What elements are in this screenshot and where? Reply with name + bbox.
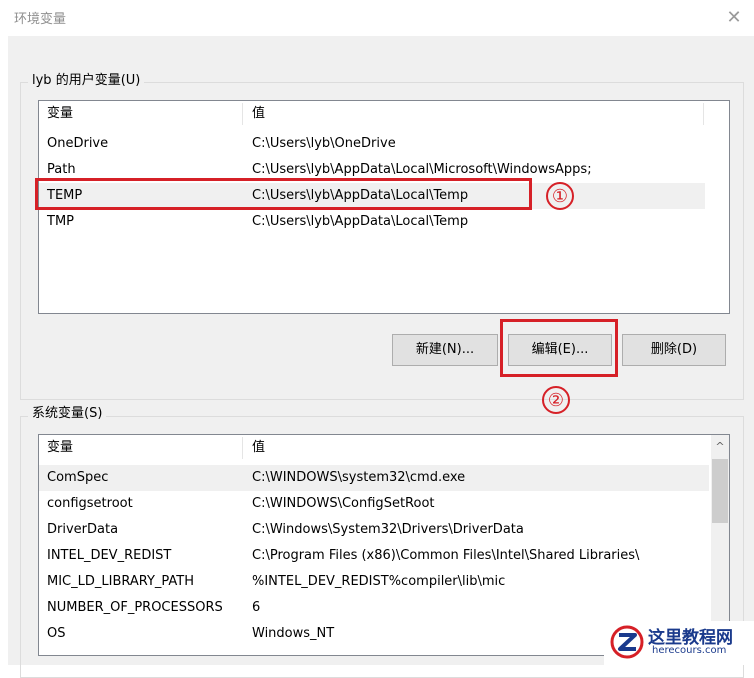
var-value: C:\WINDOWS\system32\cmd.exe xyxy=(252,470,466,485)
table-row[interactable]: configsetroot C:\WINDOWS\ConfigSetRoot xyxy=(39,491,709,517)
var-name: NUMBER_OF_PROCESSORS xyxy=(47,600,223,615)
system-vars-header: 变量 值 xyxy=(39,435,729,463)
highlight-box-temp xyxy=(35,178,532,210)
delete-button[interactable]: 删除(D) xyxy=(622,334,726,366)
user-vars-label: lyb 的用户变量(U) xyxy=(28,69,145,88)
var-name: configsetroot xyxy=(47,496,133,511)
var-value: %INTEL_DEV_REDIST%compiler\lib\mic xyxy=(252,574,506,589)
window-title: 环境变量 xyxy=(14,12,67,27)
scroll-thumb[interactable] xyxy=(712,459,728,523)
scroll-up-arrow-icon[interactable]: ^ xyxy=(711,435,729,459)
column-header-value[interactable]: 值 xyxy=(252,435,265,461)
system-vars-label: 系统变量(S) xyxy=(28,402,107,421)
watermark-url: herecours.com xyxy=(652,645,727,656)
var-name: TMP xyxy=(47,214,74,229)
dialog-body: lyb 的用户变量(U) 变量 值 OneDrive C:\Users\lyb\… xyxy=(8,36,754,678)
column-header-value[interactable]: 值 xyxy=(252,101,265,127)
column-header-variable[interactable]: 变量 xyxy=(47,101,73,127)
new-button[interactable]: 新建(N)... xyxy=(392,334,498,366)
var-name: ComSpec xyxy=(47,470,109,485)
var-value: Windows_NT xyxy=(252,626,335,641)
step-2-marker: ② xyxy=(542,386,570,414)
var-value: C:\Users\lyb\OneDrive xyxy=(252,136,396,151)
var-value: C:\Windows\System32\Drivers\DriverData xyxy=(252,522,524,537)
var-value: C:\WINDOWS\ConfigSetRoot xyxy=(252,496,435,511)
table-row[interactable]: OneDrive C:\Users\lyb\OneDrive xyxy=(39,131,705,157)
var-value: C:\Users\lyb\AppData\Local\Temp xyxy=(252,214,469,229)
var-name: DriverData xyxy=(47,522,119,537)
table-row[interactable]: MIC_LD_LIBRARY_PATH %INTEL_DEV_REDIST%co… xyxy=(39,569,709,595)
var-name: MIC_LD_LIBRARY_PATH xyxy=(47,574,195,589)
table-row[interactable]: INTEL_DEV_REDIST C:\Program Files (x86)\… xyxy=(39,543,709,569)
table-row[interactable]: DriverData C:\Windows\System32\Drivers\D… xyxy=(39,517,709,543)
watermark-logo-icon xyxy=(610,625,644,659)
column-separator[interactable] xyxy=(242,437,243,459)
highlight-box-edit xyxy=(500,319,618,377)
column-separator[interactable] xyxy=(703,103,704,125)
column-header-variable[interactable]: 变量 xyxy=(47,435,73,461)
var-value: C:\Program Files (x86)\Common Files\Inte… xyxy=(252,548,640,563)
watermark: 这里教程网 herecours.com xyxy=(604,621,754,665)
table-row-selected[interactable]: ComSpec C:\WINDOWS\system32\cmd.exe xyxy=(39,465,709,491)
close-icon[interactable]: ✕ xyxy=(720,4,748,32)
table-row[interactable]: NUMBER_OF_PROCESSORS 6 xyxy=(39,595,709,621)
step-1-marker: ① xyxy=(546,182,574,210)
column-separator[interactable] xyxy=(242,103,243,125)
var-value: 6 xyxy=(252,600,261,615)
user-vars-header: 变量 值 xyxy=(39,101,729,129)
title-bar: 环境变量 ✕ xyxy=(0,0,754,36)
var-name: OneDrive xyxy=(47,136,109,151)
var-name: OS xyxy=(47,626,66,641)
var-name: INTEL_DEV_REDIST xyxy=(47,548,172,563)
table-row[interactable]: TMP C:\Users\lyb\AppData\Local\Temp xyxy=(39,209,705,235)
